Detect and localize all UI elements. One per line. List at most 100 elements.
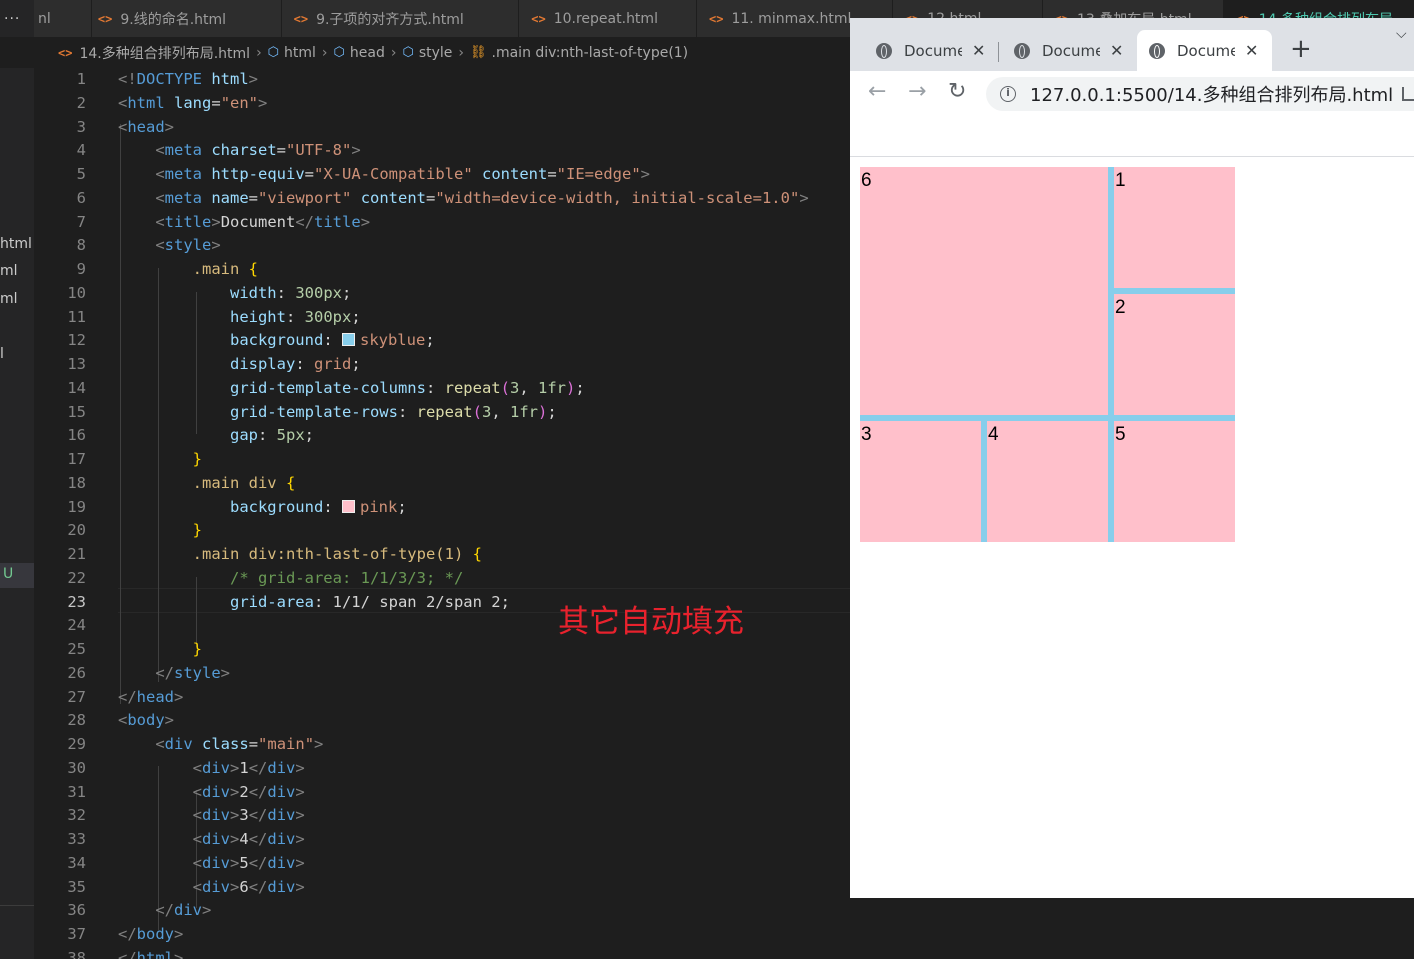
code-token: : <box>257 426 277 445</box>
browser-tab-active[interactable]: Document ✕ <box>1137 30 1272 71</box>
tab-divider <box>998 42 999 62</box>
line-text: </body> <box>118 923 183 946</box>
back-arrow-icon[interactable]: ← <box>868 79 886 104</box>
code-token: skyblue <box>359 331 426 350</box>
explorer-item-selected[interactable]: U <box>0 563 34 588</box>
breadcrumb-style[interactable]: style <box>419 45 453 61</box>
code-token: < <box>155 735 165 753</box>
close-icon[interactable]: ✕ <box>1245 41 1258 60</box>
line-text: <meta name="viewport" content="width=dev… <box>118 187 808 210</box>
code-editor[interactable]: 1 <!DOCTYPE html> 2 <html lang="en"> 3 <head>… <box>34 68 850 959</box>
url-text: 127.0.0.1:5500/14.多种组合排列布局.html <box>1030 85 1394 106</box>
color-swatch-icon[interactable] <box>341 499 355 513</box>
line-number: 21 <box>67 545 86 563</box>
address-bar[interactable]: i 127.0.0.1:5500/14.多种组合排列布局.html <box>986 77 1414 111</box>
line-number: 10 <box>67 283 86 302</box>
line-number: 11 <box>67 307 86 326</box>
explorer-item[interactable]: html <box>0 236 32 252</box>
chevron-right-icon: › <box>321 44 328 61</box>
code-token: grid-template-rows <box>229 402 398 421</box>
html-file-icon: <> <box>58 45 73 60</box>
breadcrumb-selector[interactable]: .main div:nth-last-of-type(1) <box>492 45 689 61</box>
editor-tab[interactable]: <> 9.线的命名.html <box>91 0 282 37</box>
code-token: > <box>258 93 268 112</box>
chevron-down-icon[interactable]: ⌵ <box>1396 26 1407 42</box>
line-text: gap: 5px; <box>118 424 314 447</box>
color-swatch-icon[interactable] <box>341 333 355 347</box>
reload-icon[interactable]: ↻ <box>948 79 966 104</box>
code-token: < <box>155 188 165 207</box>
code-token: > <box>295 830 305 848</box>
line-number: 27 <box>67 687 86 706</box>
code-token: div <box>267 853 296 872</box>
code-line: 27 </head> <box>34 686 850 710</box>
breadcrumb-file[interactable]: 14.多种组合排列布局.html <box>79 43 250 63</box>
browser-tab[interactable]: Document ✕ <box>864 30 988 71</box>
browser-toolbar: ← → ↻ i 127.0.0.1:5500/14.多种组合排列布局.html <box>850 71 1414 116</box>
line-text: display: grid; <box>118 353 361 376</box>
line-text: /* grid-area: 1/1/3/3; */ <box>118 567 463 590</box>
close-icon[interactable]: ✕ <box>972 41 985 60</box>
breadcrumb-head[interactable]: head <box>350 45 385 61</box>
code-token: , <box>491 402 510 421</box>
code-token: = <box>248 735 259 753</box>
breadcrumb-html[interactable]: html <box>284 45 316 61</box>
line-text: <div>5</div> <box>118 852 305 875</box>
line-number: 25 <box>67 640 86 658</box>
code-token: meta <box>164 188 202 207</box>
code-token: < <box>155 165 165 183</box>
code-token: ; <box>342 283 352 302</box>
more-actions-button[interactable]: ··· <box>0 0 34 37</box>
new-tab-button[interactable]: + <box>1290 34 1312 64</box>
explorer-item[interactable]: l <box>0 346 4 362</box>
code-token: < <box>192 853 202 872</box>
code-token: = <box>304 165 315 183</box>
code-token: < <box>155 141 165 160</box>
code-token: = <box>248 188 259 207</box>
close-icon[interactable]: ✕ <box>1110 41 1123 60</box>
site-info-icon[interactable]: i <box>1000 86 1016 102</box>
editor-tab[interactable]: <> 9.子项的对齐方式.html <box>281 0 520 37</box>
browser-tab[interactable]: Document ✕ <box>1002 30 1126 71</box>
line-text: <style> <box>118 234 220 257</box>
code-token: < <box>118 711 128 730</box>
code-token: { <box>286 473 296 492</box>
code-token: </ <box>155 663 174 682</box>
code-token: background <box>229 331 324 350</box>
code-token: div <box>174 901 202 920</box>
code-line: 7 <title>Document</title> <box>34 211 850 235</box>
code-token: content <box>482 165 548 183</box>
code-token: ; <box>575 378 585 397</box>
explorer-item[interactable]: ml <box>0 291 18 307</box>
forward-arrow-icon[interactable]: → <box>908 79 926 104</box>
editor-tab[interactable]: <> 10.repeat.html <box>519 0 698 37</box>
tab-label: 11. minmax.html <box>731 10 852 27</box>
code-token: 1 <box>239 758 249 777</box>
code-token: ( <box>500 378 510 397</box>
line-number: 28 <box>67 711 86 730</box>
code-line: 29 <div class="main"> <box>34 733 850 757</box>
code-token: div <box>267 830 296 848</box>
line-text: width: 300px; <box>118 282 351 305</box>
share-icon[interactable] <box>1402 87 1414 101</box>
code-token: > <box>202 901 212 920</box>
page-content: 1 2 3 4 5 6 <box>860 167 1235 542</box>
code-token: .main <box>192 260 240 278</box>
code-line: 31 <div>2</div> <box>34 781 850 805</box>
code-token: ) <box>565 378 576 397</box>
editor-tab[interactable]: nl <box>33 0 92 37</box>
explorer-item[interactable]: ml <box>0 263 18 279</box>
code-token: </ <box>248 782 268 801</box>
line-number: 35 <box>67 877 86 896</box>
code-token: > <box>174 687 184 706</box>
html-file-icon: <> <box>293 11 309 26</box>
